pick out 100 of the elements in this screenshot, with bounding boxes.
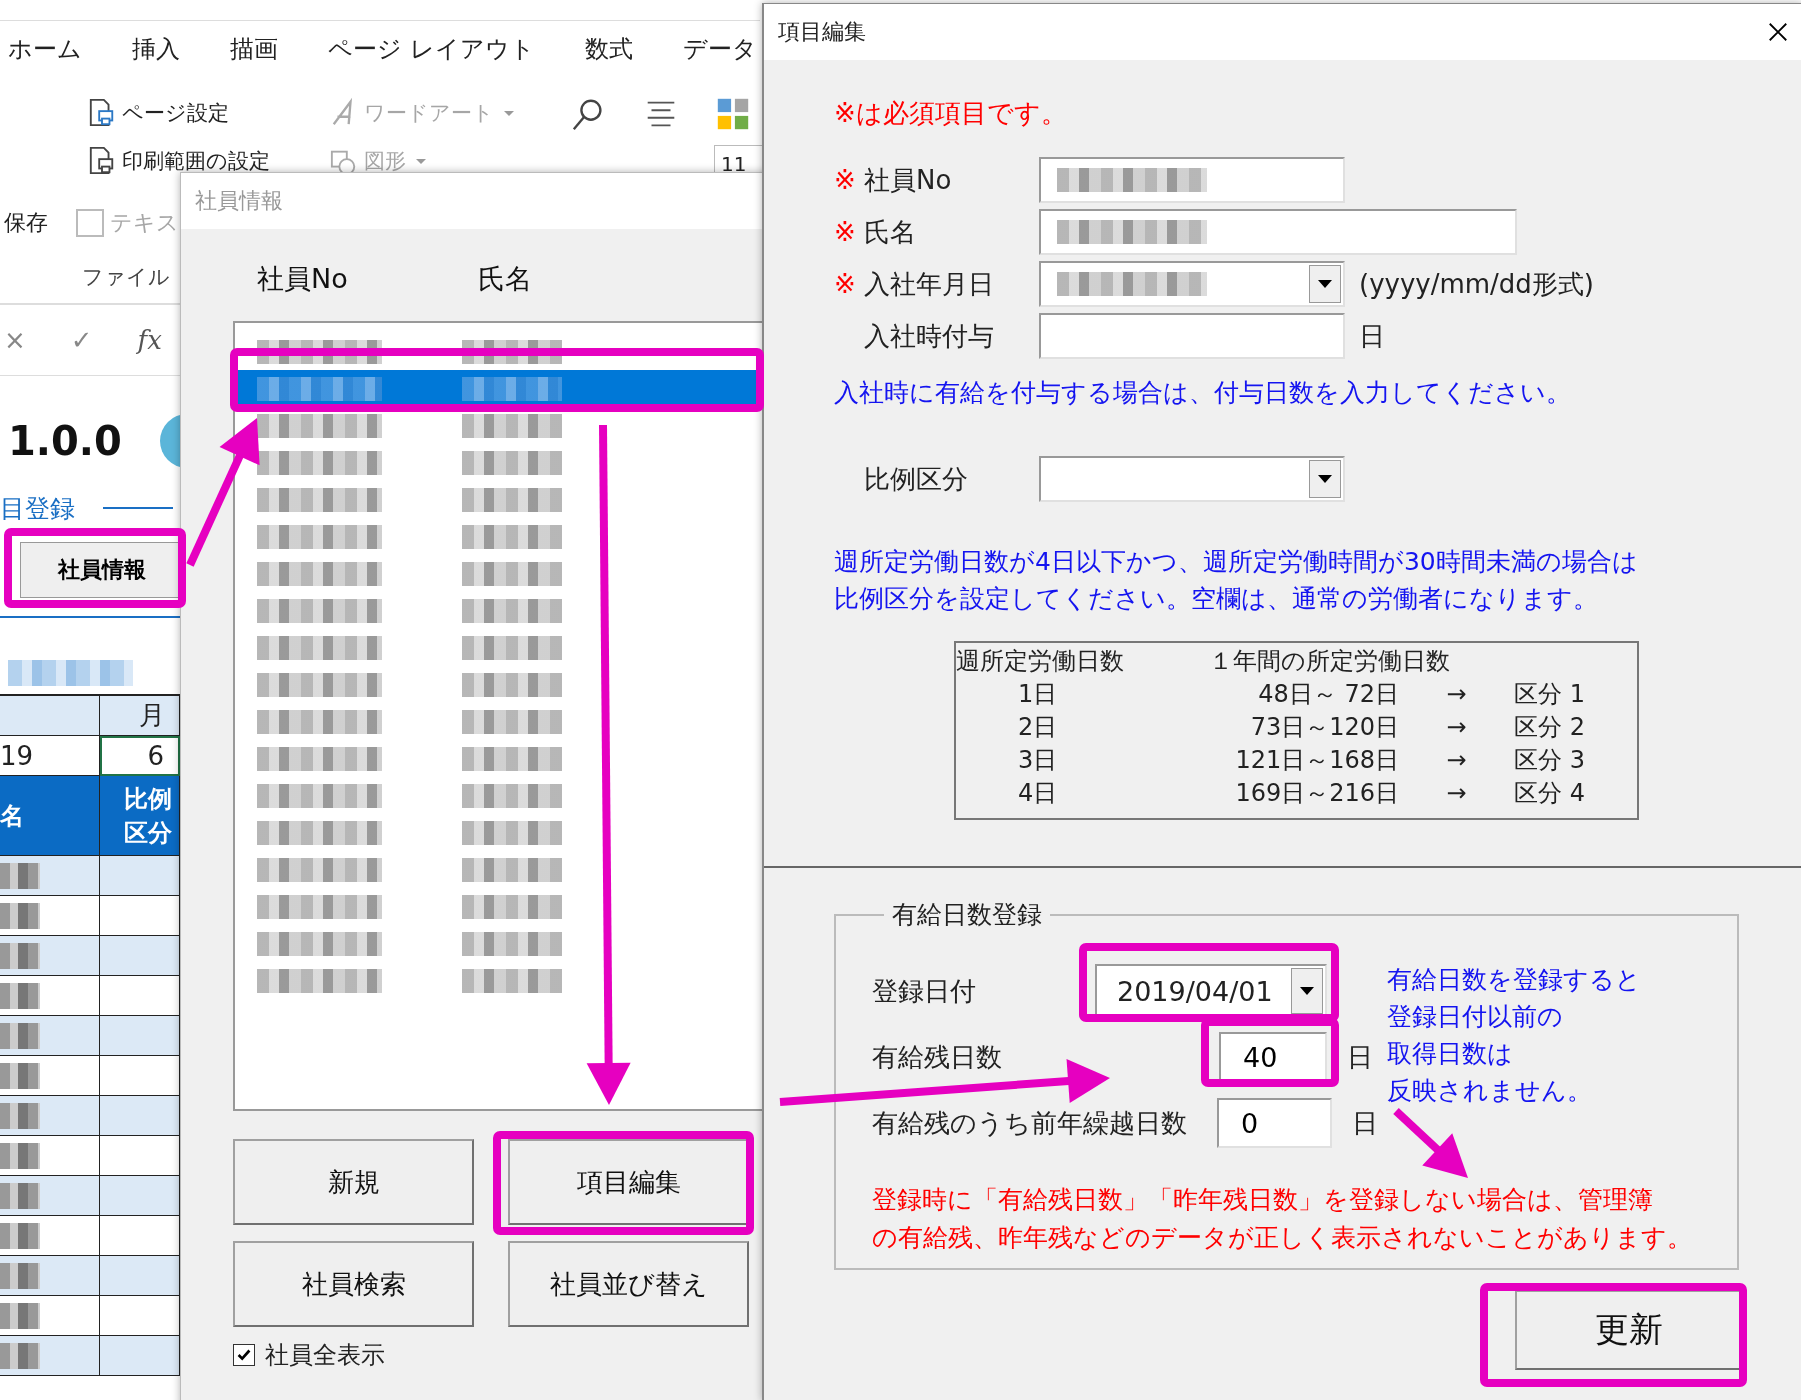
- required-mark: ※: [834, 165, 857, 195]
- ribbon-tab[interactable]: 描画: [230, 33, 278, 83]
- caret-icon: [1318, 280, 1332, 288]
- field-unit: 日: [1347, 1040, 1373, 1074]
- redacted-text: [0, 1262, 40, 1289]
- field-unit: 日: [1359, 319, 1385, 353]
- table-header: １年間の所定労働日数: [1208, 646, 1451, 677]
- ribbon-tab[interactable]: 数式: [584, 33, 633, 83]
- dialog-button[interactable]: 項目編集: [508, 1139, 749, 1225]
- field-label: 有給残のうち前年繰越日数: [872, 1106, 1188, 1140]
- input-field[interactable]: 40: [1219, 1032, 1327, 1082]
- redacted-text: [0, 1342, 40, 1369]
- table-cell: 6: [100, 736, 180, 776]
- table-cell-text: 121日～168日: [1234, 745, 1399, 776]
- save-label: 保存: [4, 209, 48, 237]
- table-cell-text: →: [1445, 679, 1468, 710]
- table-cell-text: 4日: [1017, 778, 1059, 809]
- cancel-button[interactable]: ×: [4, 325, 26, 355]
- hint-text: 入社時に有給を付与する場合は、付与日数を入力してください。: [834, 377, 1572, 409]
- redacted-text: [0, 1182, 40, 1209]
- nav-link[interactable]: 目登録: [0, 491, 75, 525]
- field-unit: (yyyy/mm/dd形式): [1359, 267, 1594, 301]
- input-field[interactable]: 0: [1217, 1098, 1332, 1148]
- close-icon[interactable]: [1767, 21, 1789, 43]
- table-cell-text: 区分 4: [1514, 778, 1586, 809]
- table-cell-text: →: [1445, 778, 1468, 809]
- field-label: 登録日付: [872, 974, 977, 1008]
- caret-icon: [504, 110, 514, 116]
- dropdown-button[interactable]: [1309, 460, 1341, 498]
- version-label: 1.0.0: [7, 418, 122, 464]
- caret-icon: [1318, 475, 1332, 483]
- input-field[interactable]: [1039, 157, 1345, 203]
- enter-button[interactable]: ✓: [70, 325, 93, 355]
- column-header: 氏名: [477, 262, 532, 296]
- warning-text: 登録時に「有給残日数」「昨年残日数」を登録しない場合は、管理簿 の有給残、昨年残などのデータが正しく表示されないことがあります。: [872, 1184, 1693, 1254]
- table-cell-text: 73日～120日: [1249, 712, 1399, 743]
- redacted-text: [0, 902, 40, 929]
- print-area-icon: [88, 145, 116, 177]
- hint-text: 有給日数を登録すると 登録日付以前の 取得日数は 反映されません。: [1387, 964, 1641, 1107]
- group-label: ファイル: [82, 265, 170, 289]
- redacted-text: [0, 942, 40, 969]
- table-header: 名: [0, 776, 100, 856]
- required-mark: ※: [834, 269, 857, 299]
- table-header: 比例区分: [100, 776, 180, 856]
- dropdown-field[interactable]: [1039, 456, 1345, 502]
- ribbon-command[interactable]: 印刷範囲の設定: [88, 143, 330, 179]
- checkbox-label[interactable]: 社員全表示: [265, 1339, 385, 1371]
- required-mark: ※: [834, 217, 857, 247]
- redacted-text: [0, 1062, 40, 1089]
- redacted-text: [0, 862, 40, 889]
- table-cell-text: 48日～ 72日: [1257, 679, 1399, 710]
- redacted-text: [0, 1142, 40, 1169]
- dropdown-button[interactable]: [1291, 968, 1323, 1014]
- table-cell: 19: [0, 736, 100, 776]
- dialog-button[interactable]: 社員並び替え: [508, 1241, 749, 1327]
- field-label: 有給残日数: [872, 1040, 1003, 1074]
- group-title: 有給日数登録: [891, 899, 1043, 931]
- dialog-button[interactable]: 社員検索: [233, 1241, 474, 1327]
- redacted-text: [0, 1022, 40, 1049]
- dialog-button[interactable]: 新規: [233, 1139, 474, 1225]
- table-cell-text: →: [1445, 745, 1468, 776]
- table-cell-text: 3日: [1017, 745, 1059, 776]
- text-box-icon: [76, 209, 104, 237]
- ribbon-tab[interactable]: ホーム: [8, 33, 82, 83]
- redacted-text: [0, 1222, 40, 1249]
- table-cell-text: →: [1445, 712, 1468, 743]
- caret-icon: [416, 158, 426, 164]
- input-field[interactable]: [1039, 313, 1345, 359]
- table-cell-text: 2日: [1017, 712, 1059, 743]
- input-field[interactable]: [1039, 209, 1517, 255]
- ribbon-command[interactable]: ページ設定: [88, 95, 330, 131]
- table-cell: 月: [100, 696, 180, 736]
- caret-icon: [1300, 987, 1314, 995]
- field-label: 社員No: [864, 163, 953, 197]
- field-label: 入社時付与: [864, 319, 995, 353]
- function-button[interactable]: fx: [137, 325, 162, 355]
- redacted-text: [0, 1302, 40, 1329]
- ribbon-tab[interactable]: 挿入: [132, 33, 180, 83]
- checkbox[interactable]: [233, 1344, 255, 1366]
- table-cell-text: 169日～216日: [1234, 778, 1399, 809]
- table-cell-text: 1日: [1017, 679, 1059, 710]
- required-note: ※は必須項目です。: [834, 97, 1068, 130]
- ribbon-tab[interactable]: ページ レイアウト: [328, 33, 535, 83]
- field-label: 入社年月日: [864, 267, 995, 301]
- field-unit: 日: [1352, 1106, 1378, 1140]
- window-title: 社員情報: [195, 187, 283, 215]
- redacted-text: [0, 982, 40, 1009]
- ribbon-tab[interactable]: データ: [682, 33, 757, 83]
- column-header: 社員No: [257, 262, 348, 296]
- page-setup-icon: [88, 97, 116, 129]
- field-label: 比例区分: [864, 462, 969, 496]
- table-cell-text: 区分 1: [1514, 679, 1586, 710]
- field-label: 氏名: [864, 215, 917, 249]
- hint-text: 週所定労働日数が4日以下かつ、週所定労働時間が30時間未満の場合は 比例区分を設定してください。空欄は、通常の労働者になります。: [834, 546, 1639, 615]
- table-header: 週所定労働日数: [956, 646, 1125, 677]
- input-field[interactable]: [1039, 261, 1345, 307]
- table-cell-text: 区分 2: [1514, 712, 1586, 743]
- dropdown-button[interactable]: [1309, 265, 1341, 303]
- redacted-text: [0, 1102, 40, 1129]
- table-cell-text: 区分 3: [1514, 745, 1586, 776]
